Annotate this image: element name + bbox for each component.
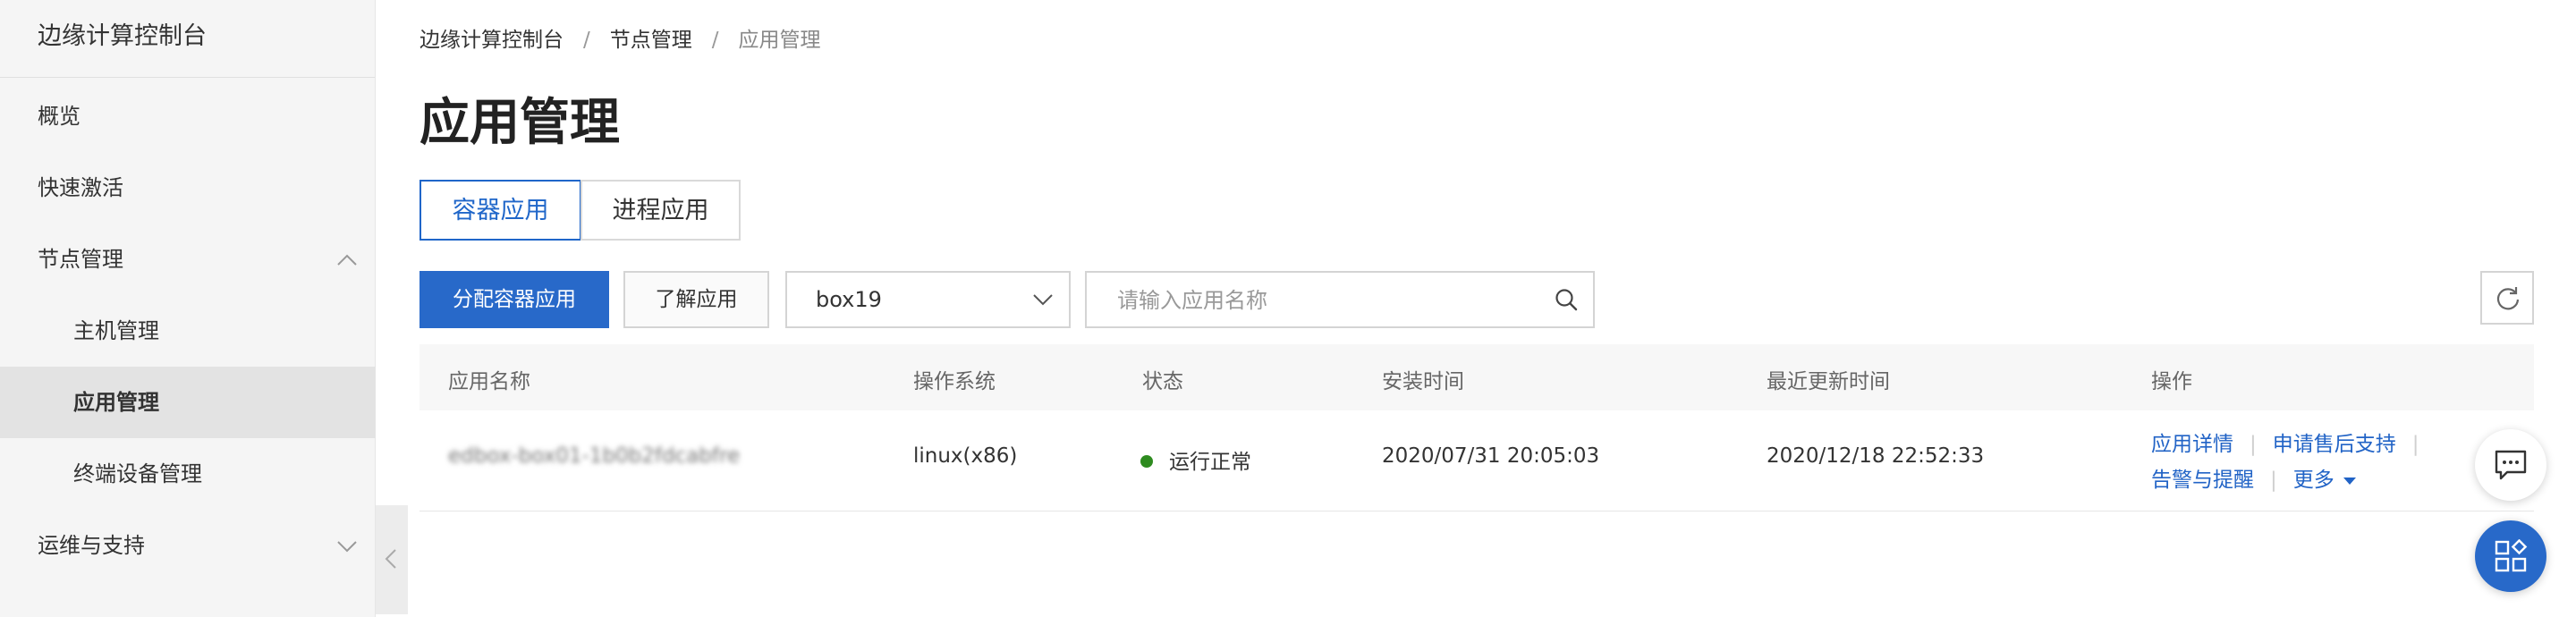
status-cell: 运行正常 <box>1140 444 1251 475</box>
sidebar-item-label: 快速激活 <box>38 175 123 200</box>
sidebar-item-label: 终端设备管理 <box>73 461 202 486</box>
tab-bar: 容器应用 进程应用 <box>419 180 741 241</box>
refresh-icon <box>2496 287 2520 310</box>
sidebar-collapse-toggle[interactable] <box>376 505 408 614</box>
update-time-cell: 2020/12/18 22:52:33 <box>1767 444 1985 468</box>
sidebar-item-app-management[interactable]: 应用管理 <box>0 367 376 438</box>
caret-down-icon <box>2343 477 2356 485</box>
chevron-down-icon <box>337 541 357 553</box>
sidebar-item-label: 概览 <box>38 104 80 129</box>
chat-icon <box>2495 450 2527 480</box>
sidebar-item-node-management[interactable]: 节点管理 <box>0 224 376 295</box>
learn-app-button[interactable]: 了解应用 <box>623 271 769 328</box>
sidebar-item-label: 主机管理 <box>73 318 159 343</box>
action-separator: | <box>2270 469 2277 492</box>
node-select-value: box19 <box>816 287 882 312</box>
breadcrumb-item-console[interactable]: 边缘计算控制台 <box>419 29 564 52</box>
column-header-install-time: 安装时间 <box>1382 370 1464 393</box>
breadcrumb-separator: / <box>711 29 719 52</box>
os-cell: linux(x86) <box>913 444 1018 468</box>
app-name-cell: edbox-box01-1b0b2fdcabfre <box>448 444 741 468</box>
chevron-up-icon <box>337 254 357 266</box>
column-header-app-name: 应用名称 <box>448 370 530 393</box>
sidebar-item-host-management[interactable]: 主机管理 <box>0 295 376 367</box>
assign-container-app-button[interactable]: 分配容器应用 <box>419 271 609 328</box>
alerts-link[interactable]: 告警与提醒 <box>2151 469 2254 492</box>
app-details-link[interactable]: 应用详情 <box>2151 433 2233 456</box>
breadcrumb-separator: / <box>583 29 590 52</box>
search-box <box>1085 271 1595 328</box>
breadcrumb-item-current: 应用管理 <box>738 29 821 52</box>
page-title: 应用管理 <box>419 94 620 152</box>
actions-cell-line-2: 告警与提醒 | 更多 <box>2151 462 2356 493</box>
sidebar-item-label: 节点管理 <box>38 247 123 272</box>
sidebar: 边缘计算控制台 概览 快速激活 节点管理 主机管理 应用管理 终端设备管理 运维… <box>0 0 376 617</box>
status-dot-icon <box>1140 454 1153 468</box>
sidebar-item-ops-support[interactable]: 运维与支持 <box>0 510 376 581</box>
node-select[interactable]: box19 <box>785 271 1071 328</box>
table-header: 应用名称 操作系统 状态 安装时间 最近更新时间 操作 <box>419 344 2534 411</box>
chevron-down-icon <box>1033 294 1053 306</box>
actions-cell-line-1: 应用详情 | 申请售后支持 | <box>2151 427 2436 457</box>
after-sales-support-link[interactable]: 申请售后支持 <box>2273 433 2396 456</box>
sidebar-item-label: 运维与支持 <box>38 533 145 558</box>
sidebar-title: 边缘计算控制台 <box>0 0 375 78</box>
column-header-os: 操作系统 <box>913 370 996 393</box>
apps-grid-icon <box>2495 539 2528 572</box>
more-label: 更多 <box>2292 469 2334 492</box>
chat-button[interactable] <box>2475 429 2546 501</box>
search-icon[interactable] <box>1554 287 1579 312</box>
table-row: edbox-box01-1b0b2fdcabfre linux(x86) 运行正… <box>419 410 2534 511</box>
breadcrumb: 边缘计算控制台 / 节点管理 / 应用管理 <box>419 22 821 53</box>
sidebar-item-device-management[interactable]: 终端设备管理 <box>0 438 376 510</box>
column-header-status: 状态 <box>1142 370 1183 393</box>
action-separator: | <box>2250 433 2257 456</box>
column-header-update-time: 最近更新时间 <box>1767 370 1890 393</box>
status-text: 运行正常 <box>1169 451 1251 474</box>
search-input[interactable] <box>1115 282 1530 319</box>
refresh-button[interactable] <box>2480 271 2534 325</box>
sidebar-item-label: 应用管理 <box>73 390 159 415</box>
column-header-actions: 操作 <box>2151 370 2192 393</box>
tab-container-apps[interactable]: 容器应用 <box>419 180 581 241</box>
breadcrumb-item-node-management[interactable]: 节点管理 <box>610 29 692 52</box>
install-time-cell: 2020/07/31 20:05:03 <box>1382 444 1600 468</box>
action-separator: | <box>2411 433 2419 456</box>
sidebar-item-overview[interactable]: 概览 <box>0 80 376 152</box>
more-dropdown[interactable]: 更多 <box>2293 469 2356 492</box>
apps-menu-button[interactable] <box>2475 520 2546 592</box>
tab-process-apps[interactable]: 进程应用 <box>580 180 741 241</box>
chevron-left-icon <box>385 549 396 569</box>
sidebar-item-quick-activate[interactable]: 快速激活 <box>0 152 376 224</box>
